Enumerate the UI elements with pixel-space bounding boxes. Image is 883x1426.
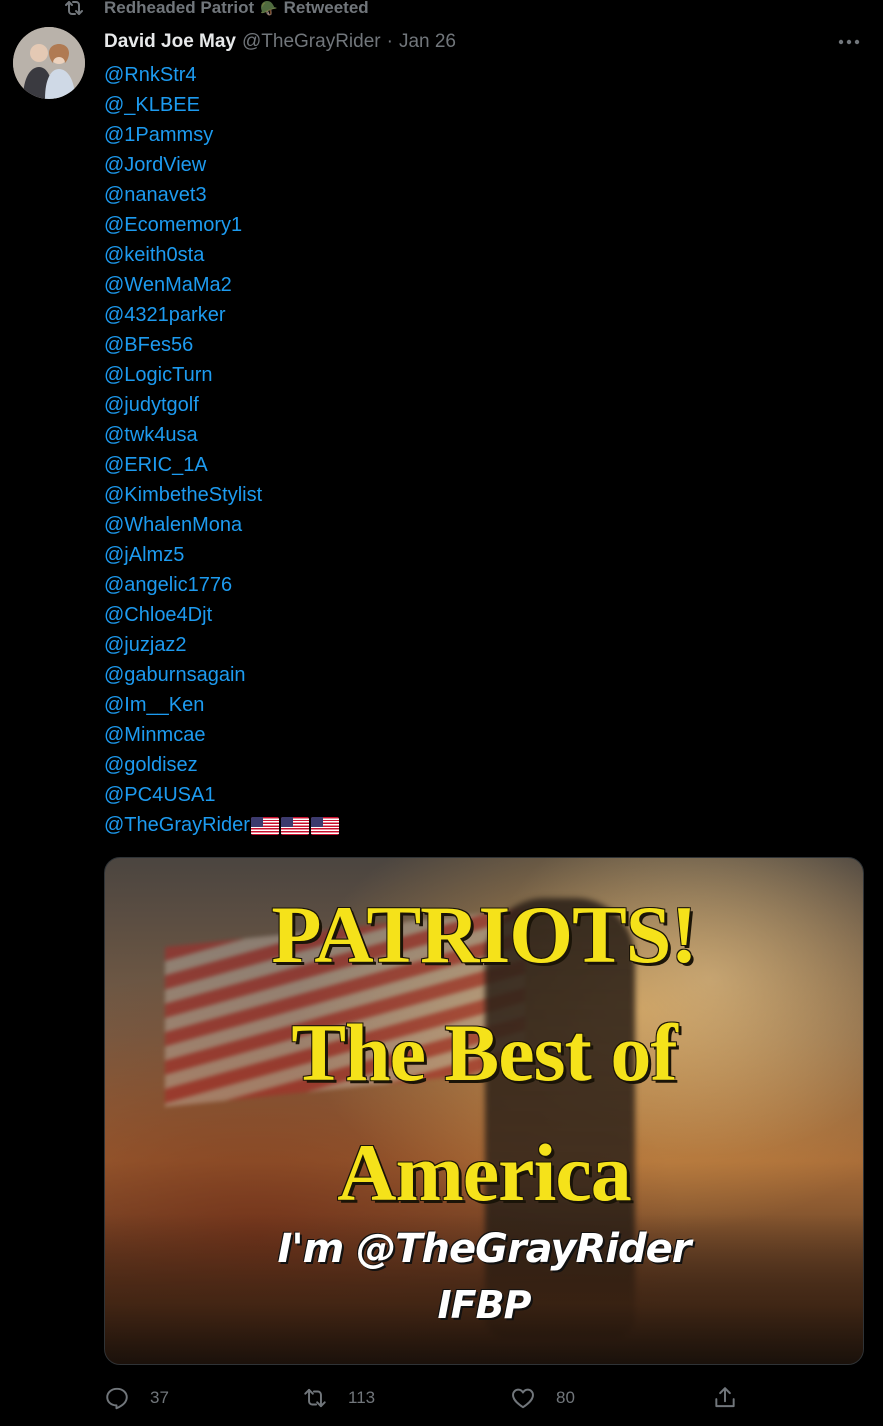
mention-handle[interactable]: @Ecomemory1 <box>104 214 242 236</box>
mention-handle[interactable]: @_KLBEE <box>104 94 200 116</box>
share-icon <box>715 1387 735 1408</box>
mention-link[interactable]: @BFes56 <box>104 330 341 360</box>
mention-link[interactable]: @1Pammsy <box>104 120 341 150</box>
heart-icon <box>512 1388 534 1409</box>
tweet-actions: 37 113 80 <box>104 1380 754 1416</box>
mention-handle[interactable]: @Chloe4Djt <box>104 604 212 626</box>
share-button[interactable] <box>712 1380 738 1416</box>
reply-icon <box>106 1387 128 1410</box>
mention-handle[interactable]: @twk4usa <box>104 424 198 446</box>
mention-link[interactable]: @angelic1776 <box>104 570 341 600</box>
mention-handle[interactable]: @jAlmz5 <box>104 544 184 566</box>
retweeter-name[interactable]: Redheaded Patriot <box>104 0 254 18</box>
mention-link[interactable]: @nanavet3 <box>104 180 341 210</box>
retweet-button[interactable]: 113 <box>302 1380 375 1416</box>
mention-list: @RnkStr4 @_KLBEE @1Pammsy @JordView @nanavet… <box>104 60 341 840</box>
avatar[interactable] <box>13 27 85 99</box>
mention-handle[interactable]: @1Pammsy <box>104 124 213 146</box>
reply-button[interactable]: 37 <box>104 1380 169 1416</box>
mention-link[interactable]: @juzjaz2 <box>104 630 341 660</box>
mention-handle[interactable]: @Minmcae <box>104 724 205 746</box>
mention-link[interactable]: @Minmcae <box>104 720 341 750</box>
mention-handle[interactable]: @keith0sta <box>104 244 204 266</box>
mention-handle[interactable]: @ERIC_1A <box>104 454 208 476</box>
mention-handle[interactable]: @gaburnsagain <box>104 664 246 686</box>
mention-link[interactable]: @_KLBEE <box>104 90 341 120</box>
us-flag-icon <box>280 816 309 835</box>
mention-link[interactable]: @4321parker <box>104 300 341 330</box>
retweet-count: 113 <box>348 1388 376 1407</box>
retweeter-emoji: 🪖 <box>260 0 278 16</box>
author-name[interactable]: David Joe May <box>104 31 236 53</box>
mention-link[interactable]: @WhalenMona <box>104 510 341 540</box>
mention-link[interactable]: @keith0sta <box>104 240 341 270</box>
retweet-icon <box>304 1388 326 1408</box>
mention-link[interactable]: @RnkStr4 <box>104 60 341 90</box>
media-headline-line3: America <box>337 1127 632 1218</box>
avatar-photo <box>13 27 85 99</box>
like-button[interactable]: 80 <box>510 1380 575 1416</box>
reply-count: 37 <box>150 1388 169 1407</box>
us-flag-icon <box>310 816 339 835</box>
media-headline-line2: The Best of <box>291 1007 677 1098</box>
media-subline-handle: I'm @TheGrayRider <box>277 1226 691 1272</box>
header-separator: · <box>386 31 393 52</box>
mention-handle[interactable]: @RnkStr4 <box>104 64 197 86</box>
mention-handle[interactable]: @Im__Ken <box>104 694 204 716</box>
mention-link[interactable]: @ERIC_1A <box>104 450 341 480</box>
mention-link[interactable]: @twk4usa <box>104 420 341 450</box>
mention-handle[interactable]: @WenMaMa2 <box>104 274 232 296</box>
us-flag-emojis <box>250 816 341 835</box>
mention-handle[interactable]: @PC4USA1 <box>104 784 215 806</box>
mention-link[interactable]: @KimbetheStylist <box>104 480 341 510</box>
author-handle[interactable]: @TheGrayRider <box>242 31 381 53</box>
mention-link[interactable]: @goldisez <box>104 750 341 780</box>
media-subline-tag: IFBP <box>437 1283 532 1327</box>
mention-handle[interactable]: @KimbetheStylist <box>104 484 262 506</box>
mention-handle[interactable]: @judytgolf <box>104 394 199 416</box>
mention-link[interactable]: @Ecomemory1 <box>104 210 341 240</box>
tweet-date[interactable]: Jan 26 <box>399 31 456 53</box>
mention-link[interactable]: @gaburnsagain <box>104 660 341 690</box>
mention-handle[interactable]: @goldisez <box>104 754 198 776</box>
retweet-icon <box>65 1 83 15</box>
mention-handle[interactable]: @4321parker <box>104 304 225 326</box>
tweet-media-image[interactable]: PATRIOTS! The Best of America I'm @TheGr… <box>104 857 864 1365</box>
more-horizontal-icon <box>838 39 860 45</box>
mention-handle[interactable]: @WhalenMona <box>104 514 242 536</box>
retweet-banner: Redheaded Patriot 🪖 Retweeted <box>62 0 369 20</box>
tweet-header: David Joe May @TheGrayRider · Jan 26 <box>104 28 456 56</box>
mention-handle[interactable]: @angelic1776 <box>104 574 232 596</box>
mention-link[interactable]: @TheGrayRider <box>104 810 341 840</box>
mention-link[interactable]: @LogicTurn <box>104 360 341 390</box>
mention-link[interactable]: @Chloe4Djt <box>104 600 341 630</box>
mention-handle[interactable]: @juzjaz2 <box>104 634 187 656</box>
us-flag-icon <box>250 816 279 835</box>
mention-link[interactable]: @Im__Ken <box>104 690 341 720</box>
mention-link[interactable]: @PC4USA1 <box>104 780 341 810</box>
mention-handle[interactable]: @LogicTurn <box>104 364 213 386</box>
mention-handle[interactable]: @BFes56 <box>104 334 193 356</box>
mention-link[interactable]: @WenMaMa2 <box>104 270 341 300</box>
mention-link[interactable]: @jAlmz5 <box>104 540 341 570</box>
mention-handle[interactable]: @JordView <box>104 154 206 176</box>
mention-handle[interactable]: @TheGrayRider <box>104 814 250 836</box>
mention-handle[interactable]: @nanavet3 <box>104 184 207 206</box>
more-options-button[interactable] <box>832 29 866 55</box>
mention-link[interactable]: @JordView <box>104 150 341 180</box>
like-count: 80 <box>556 1388 575 1407</box>
retweeted-label: Retweeted <box>283 0 369 17</box>
mention-link[interactable]: @judytgolf <box>104 390 341 420</box>
media-headline-line1: PATRIOTS! <box>271 889 697 980</box>
